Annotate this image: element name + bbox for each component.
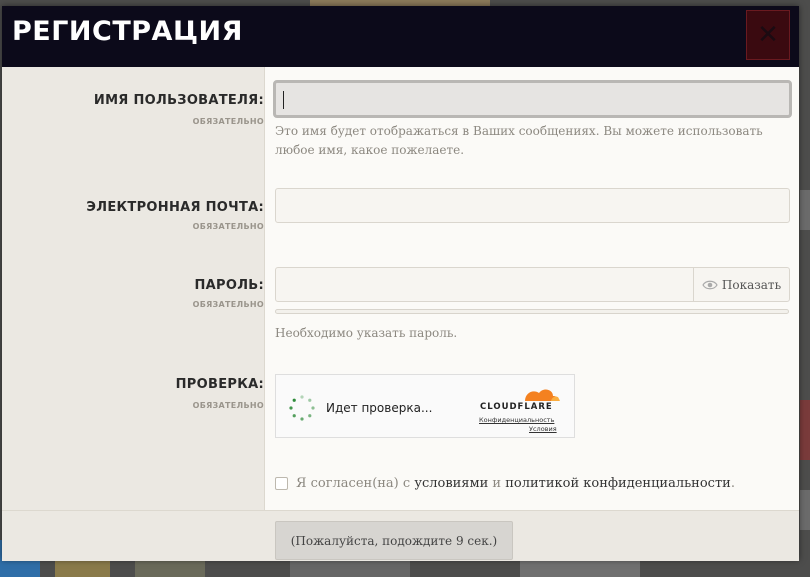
spinner-dot <box>292 398 296 402</box>
terms-link[interactable]: Условия <box>529 425 557 433</box>
verification-label: ПРОВЕРКА: <box>175 377 264 392</box>
background-tile <box>800 400 810 460</box>
username-input[interactable] <box>273 80 792 118</box>
show-password-button[interactable]: Показать <box>693 268 789 301</box>
password-required-tag: ОБЯЗАТЕЛЬНО <box>192 300 264 309</box>
modal-footer: (Пожалуйста, подождите 9 сек.) <box>2 510 799 561</box>
captcha-status: Идет проверка... <box>326 401 433 415</box>
spinner-dot <box>308 414 312 418</box>
password-strength-meter <box>275 309 789 314</box>
username-label: ИМЯ ПОЛЬЗОВАТЕЛЯ: <box>93 93 264 108</box>
captcha-widget[interactable]: Идет проверка... CLOUDFLARE Конфиденциал… <box>275 374 575 438</box>
username-required-tag: ОБЯЗАТЕЛЬНО <box>192 117 264 126</box>
terms-agreement-link[interactable]: условиями <box>414 476 488 491</box>
cloudflare-logo: CLOUDFLARE <box>480 402 553 412</box>
password-hint: Необходимо указать пароль. <box>275 326 458 340</box>
agreement-prefix: Я согласен(на) с <box>296 476 415 491</box>
verification-required-tag: ОБЯЗАТЕЛЬНО <box>192 401 264 410</box>
username-hint: Это имя будет отображаться в Ваших сообщ… <box>275 124 763 157</box>
email-label: ЭЛЕКТРОННАЯ ПОЧТА: <box>86 200 264 215</box>
show-password-label: Показать <box>721 277 782 292</box>
spinner-dot <box>292 414 296 418</box>
modal-header: РЕГИСТРАЦИЯ ✕ <box>2 6 799 67</box>
password-label: ПАРОЛЬ: <box>194 278 264 293</box>
agree-checkbox[interactable] <box>275 477 288 490</box>
email-required-tag: ОБЯЗАТЕЛЬНО <box>192 222 264 231</box>
spinner-dot <box>308 398 312 402</box>
spinner-dot <box>289 406 293 410</box>
close-icon: ✕ <box>757 20 779 50</box>
modal-title: РЕГИСТРАЦИЯ <box>12 16 243 47</box>
agreement-row: Я согласен(на) с условиями и политикой к… <box>275 476 735 491</box>
agreement-suffix: . <box>730 476 735 491</box>
close-button[interactable]: ✕ <box>746 10 790 60</box>
agreement-middle: и <box>488 476 506 491</box>
spinner-dot <box>300 417 304 421</box>
register-button[interactable]: (Пожалуйста, подождите 9 сек.) <box>275 521 513 560</box>
background-tile <box>800 190 810 230</box>
background-tile <box>800 490 810 530</box>
agreement-text: Я согласен(на) с условиями и политикой к… <box>296 476 735 491</box>
text-caret <box>283 91 284 109</box>
privacy-link[interactable]: Конфиденциальность <box>479 416 554 424</box>
privacy-agreement-link[interactable]: политикой конфиденциальности <box>505 476 731 491</box>
spinner-dot <box>311 406 315 410</box>
spinner-dot <box>300 395 304 399</box>
email-input[interactable] <box>275 188 790 223</box>
loading-spinner-icon <box>289 395 315 421</box>
eye-icon <box>702 280 718 289</box>
